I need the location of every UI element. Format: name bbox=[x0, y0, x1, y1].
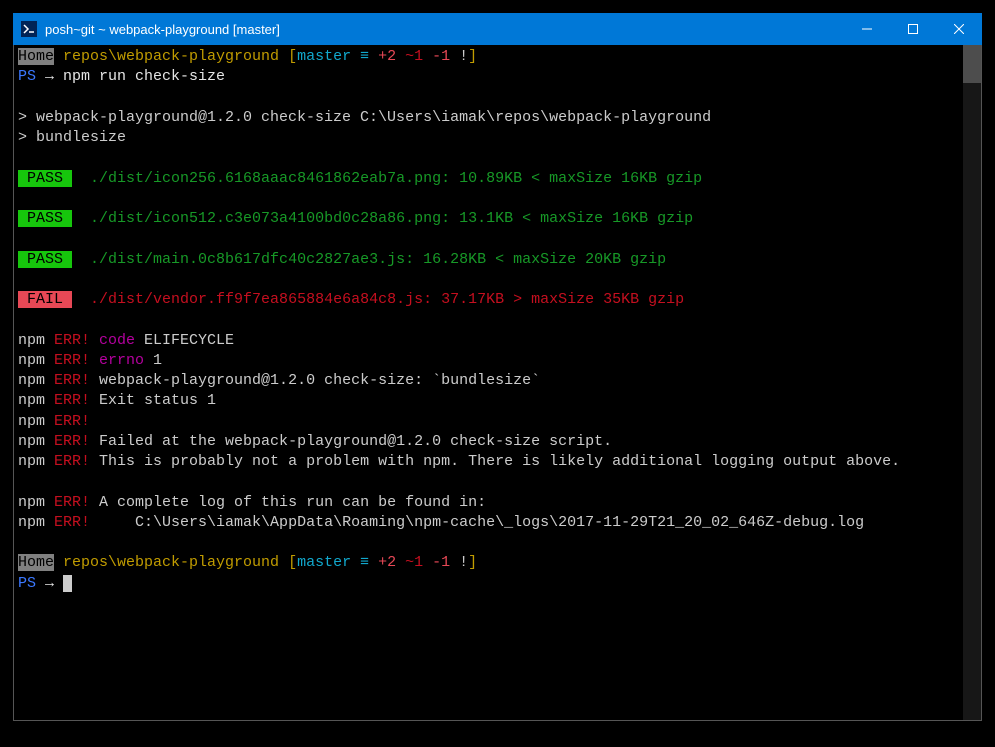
status-badge: PASS bbox=[18, 251, 72, 268]
git-equiv: ≡ bbox=[351, 48, 378, 65]
ps-label: PS bbox=[18, 68, 36, 85]
run-line-1: > webpack-playground@1.2.0 check-size C:… bbox=[18, 109, 711, 126]
npm-label: npm bbox=[18, 413, 45, 430]
window-controls bbox=[844, 13, 982, 45]
npm-label: npm bbox=[18, 433, 45, 450]
terminal-output[interactable]: Home repos\webpack-playground [master ≡ … bbox=[14, 45, 963, 720]
npm-label: npm bbox=[18, 494, 45, 511]
git-behind: ~1 bbox=[396, 48, 423, 65]
git-removed: -1 bbox=[423, 48, 450, 65]
result-text: ./dist/icon512.c3e073a4100bd0c28a86.png:… bbox=[90, 210, 693, 227]
app-icon bbox=[21, 21, 37, 37]
err-label: ERR! bbox=[45, 413, 90, 430]
git-equiv: ≡ bbox=[351, 554, 378, 571]
minimize-button[interactable] bbox=[844, 13, 890, 45]
err-errno-lbl: errno bbox=[90, 352, 144, 369]
terminal-window: posh~git ~ webpack-playground [master] H… bbox=[13, 13, 982, 721]
err-errno-val: 1 bbox=[144, 352, 162, 369]
prompt-path: repos\webpack-playground bbox=[54, 554, 288, 571]
window-title: posh~git ~ webpack-playground [master] bbox=[45, 22, 844, 37]
status-badge: PASS bbox=[18, 210, 72, 227]
scroll-thumb[interactable] bbox=[963, 45, 981, 83]
status-badge: PASS bbox=[18, 170, 72, 187]
npm-label: npm bbox=[18, 352, 45, 369]
err-code-lbl: code bbox=[90, 332, 135, 349]
run-line-2: > bundlesize bbox=[18, 129, 126, 146]
maximize-button[interactable] bbox=[890, 13, 936, 45]
git-ahead: +2 bbox=[378, 554, 396, 571]
err-label: ERR! bbox=[45, 433, 90, 450]
command-text: npm run check-size bbox=[63, 68, 225, 85]
home-badge: Home bbox=[18, 554, 54, 571]
result-text: ./dist/main.0c8b617dfc40c2827ae3.js: 16.… bbox=[90, 251, 666, 268]
err-logpath: C:\Users\iamak\AppData\Roaming\npm-cache… bbox=[90, 514, 864, 531]
titlebar[interactable]: posh~git ~ webpack-playground [master] bbox=[13, 13, 982, 45]
git-bang: ! bbox=[450, 48, 468, 65]
home-badge: Home bbox=[18, 48, 54, 65]
git-ahead: +2 bbox=[378, 48, 396, 65]
err-label: ERR! bbox=[45, 332, 90, 349]
git-behind: ~1 bbox=[396, 554, 423, 571]
err-probably: This is probably not a problem with npm.… bbox=[90, 453, 900, 470]
content-area: Home repos\webpack-playground [master ≡ … bbox=[13, 45, 982, 721]
err-label: ERR! bbox=[45, 453, 90, 470]
bracket-open: [ bbox=[288, 48, 297, 65]
npm-label: npm bbox=[18, 372, 45, 389]
err-code-val: ELIFECYCLE bbox=[135, 332, 234, 349]
cursor bbox=[63, 575, 72, 592]
bracket-open: [ bbox=[288, 554, 297, 571]
ps-arrow: → bbox=[36, 68, 63, 85]
npm-label: npm bbox=[18, 453, 45, 470]
err-loghead: A complete log of this run can be found … bbox=[90, 494, 486, 511]
npm-label: npm bbox=[18, 392, 45, 409]
err-label: ERR! bbox=[45, 514, 90, 531]
ps-label: PS bbox=[18, 575, 36, 592]
status-badge: FAIL bbox=[18, 291, 72, 308]
npm-label: npm bbox=[18, 332, 45, 349]
err-exit: Exit status 1 bbox=[90, 392, 216, 409]
err-label: ERR! bbox=[45, 352, 90, 369]
git-removed: -1 bbox=[423, 554, 450, 571]
prompt-path: repos\webpack-playground bbox=[54, 48, 288, 65]
result-text: ./dist/icon256.6168aaac8461862eab7a.png:… bbox=[90, 170, 702, 187]
git-bang: ! bbox=[450, 554, 468, 571]
git-branch: master bbox=[297, 554, 351, 571]
err-failed: Failed at the webpack-playground@1.2.0 c… bbox=[90, 433, 612, 450]
result-text: ./dist/vendor.ff9f7ea865884e6a84c8.js: 3… bbox=[90, 291, 684, 308]
err-label: ERR! bbox=[45, 494, 90, 511]
err-pkg: webpack-playground@1.2.0 check-size: `bu… bbox=[90, 372, 540, 389]
bracket-close: ] bbox=[468, 554, 477, 571]
bracket-close: ] bbox=[468, 48, 477, 65]
ps-arrow: → bbox=[36, 575, 63, 592]
git-branch: master bbox=[297, 48, 351, 65]
close-button[interactable] bbox=[936, 13, 982, 45]
scrollbar[interactable] bbox=[963, 45, 981, 720]
err-label: ERR! bbox=[45, 392, 90, 409]
npm-label: npm bbox=[18, 514, 45, 531]
err-label: ERR! bbox=[45, 372, 90, 389]
